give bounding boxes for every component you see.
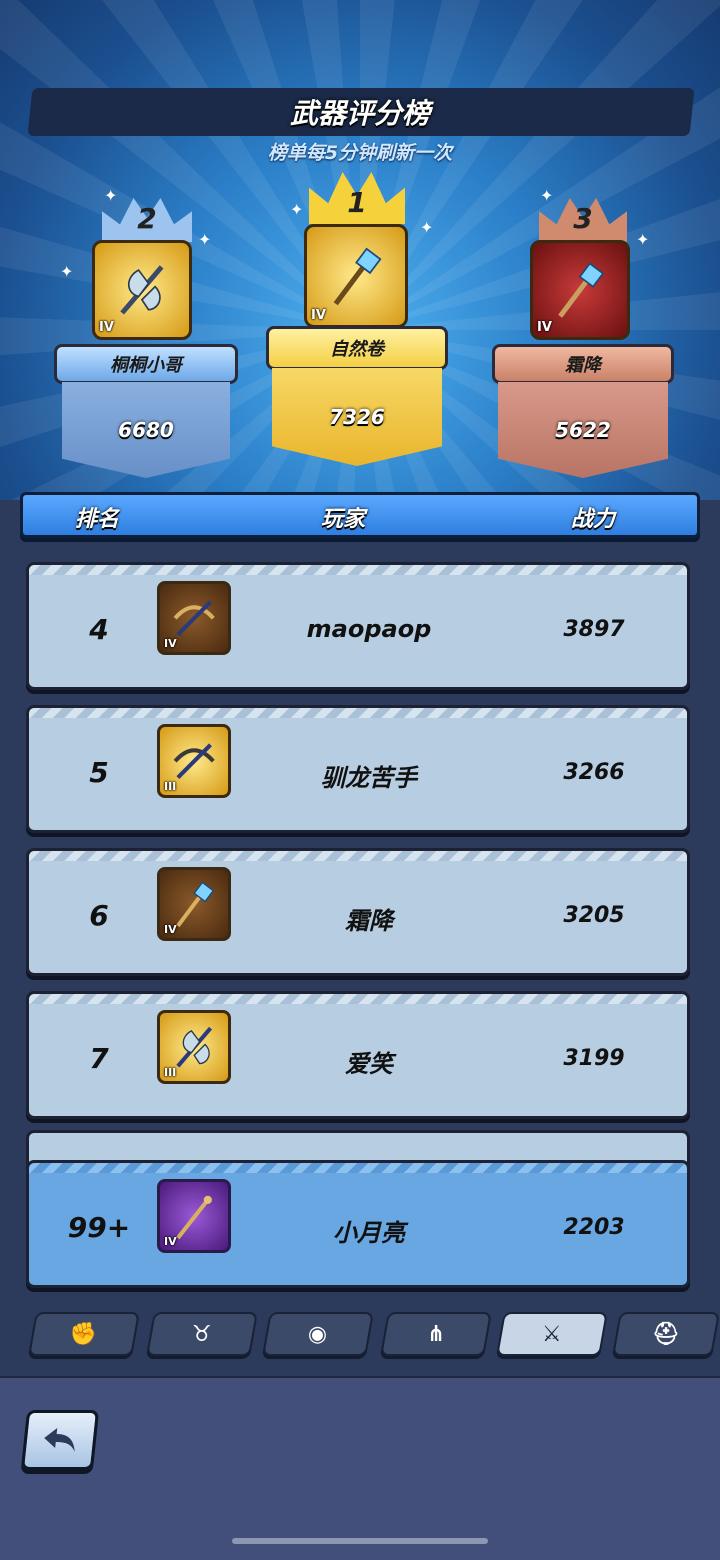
row-power: 3897 — [563, 617, 625, 642]
podium-rank: 2 — [137, 202, 157, 235]
podium-rank: 3 — [573, 202, 593, 235]
bottom-bar — [0, 1376, 720, 1560]
target-icon: ◉ — [308, 1321, 328, 1347]
fist-icon: ✊ — [70, 1321, 98, 1347]
podium-power: 7326 — [272, 368, 442, 466]
bull-icon: ♉ — [192, 1321, 212, 1347]
row-rank: 5 — [89, 756, 109, 789]
podium-second[interactable]: 2 IV 桐桐小哥 6680 — [52, 190, 242, 480]
table-row[interactable]: 4 IV maopaop 3897 — [26, 562, 690, 690]
podium-first[interactable]: 1 IV 自然卷 7326 — [262, 168, 452, 468]
tier-label: IV — [164, 637, 177, 650]
podium-player-name: 自然卷 — [266, 326, 448, 370]
tab-branch[interactable]: ⋔ — [380, 1312, 492, 1356]
back-button[interactable] — [20, 1410, 100, 1470]
header-rank: 排名 — [75, 507, 120, 532]
row-power: 3199 — [563, 1046, 625, 1071]
table-header: 排名 玩家 战力 — [20, 492, 700, 538]
tab-helmet[interactable]: ⛑ — [612, 1312, 720, 1356]
page-title: 武器评分榜 — [289, 97, 430, 130]
row-player-name: 驯龙苦手 — [321, 764, 417, 792]
crossbow-icon: IV — [157, 581, 231, 655]
tier-label: IV — [537, 320, 552, 335]
row-rank: 6 — [89, 899, 109, 932]
row-rank: 99+ — [67, 1211, 131, 1244]
podium-player-name: 桐桐小哥 — [54, 344, 238, 384]
podium-power: 6680 — [62, 382, 230, 478]
tier-label: IV — [164, 1235, 177, 1248]
row-player-name: maopaop — [306, 615, 432, 643]
tab-bull[interactable]: ♉ — [146, 1312, 258, 1356]
self-rank-row[interactable]: 99+ IV 小月亮 2203 — [26, 1160, 690, 1288]
row-power: 3266 — [563, 760, 625, 785]
podium-power: 5622 — [498, 382, 668, 478]
row-rank: 7 — [89, 1042, 109, 1075]
tab-target[interactable]: ◉ — [262, 1312, 374, 1356]
tab-sword[interactable]: ⚔ — [496, 1312, 608, 1356]
row-rank: 4 — [89, 613, 109, 646]
tier-label: III — [164, 1066, 177, 1079]
podium-player-name: 霜降 — [492, 344, 674, 384]
battle-axe-icon: III — [157, 1010, 231, 1084]
tier-label: IV — [164, 923, 177, 936]
helmet-icon: ⛑ — [652, 1321, 680, 1347]
header-power: 战力 — [571, 507, 616, 532]
tier-label: IV — [311, 308, 326, 323]
table-row[interactable]: 5 III 驯龙苦手 3266 — [26, 705, 690, 833]
refresh-note: 榜单每5分钟刷新一次 — [267, 142, 453, 164]
row-player-name: 爱笑 — [345, 1050, 393, 1078]
crystal-staff-icon: IV — [530, 240, 630, 340]
crossbow-icon: III — [157, 724, 231, 798]
row-player-name: 小月亮 — [333, 1219, 405, 1247]
header-player: 玩家 — [321, 507, 366, 532]
crystal-staff-icon: IV — [304, 224, 408, 328]
tier-label: III — [164, 780, 177, 793]
row-power: 3205 — [563, 903, 625, 928]
branch-icon: ⋔ — [426, 1321, 446, 1347]
tier-label: IV — [99, 320, 114, 335]
sword-icon: ⚔ — [542, 1321, 562, 1347]
home-indicator — [232, 1538, 488, 1544]
row-power: 2203 — [563, 1215, 625, 1240]
staff-icon: IV — [157, 1179, 231, 1253]
row-player-name: 霜降 — [345, 907, 393, 935]
battle-axe-icon: IV — [92, 240, 192, 340]
crystal-staff-icon: IV — [157, 867, 231, 941]
tab-fist[interactable]: ✊ — [28, 1312, 140, 1356]
podium-rank: 1 — [347, 186, 367, 219]
back-arrow-icon — [44, 1428, 75, 1452]
table-row[interactable]: 6 IV 霜降 3205 — [26, 848, 690, 976]
podium-third[interactable]: 3 IV 霜降 5622 — [490, 190, 676, 480]
table-row[interactable]: 7 III 爱笑 3199 — [26, 991, 690, 1119]
